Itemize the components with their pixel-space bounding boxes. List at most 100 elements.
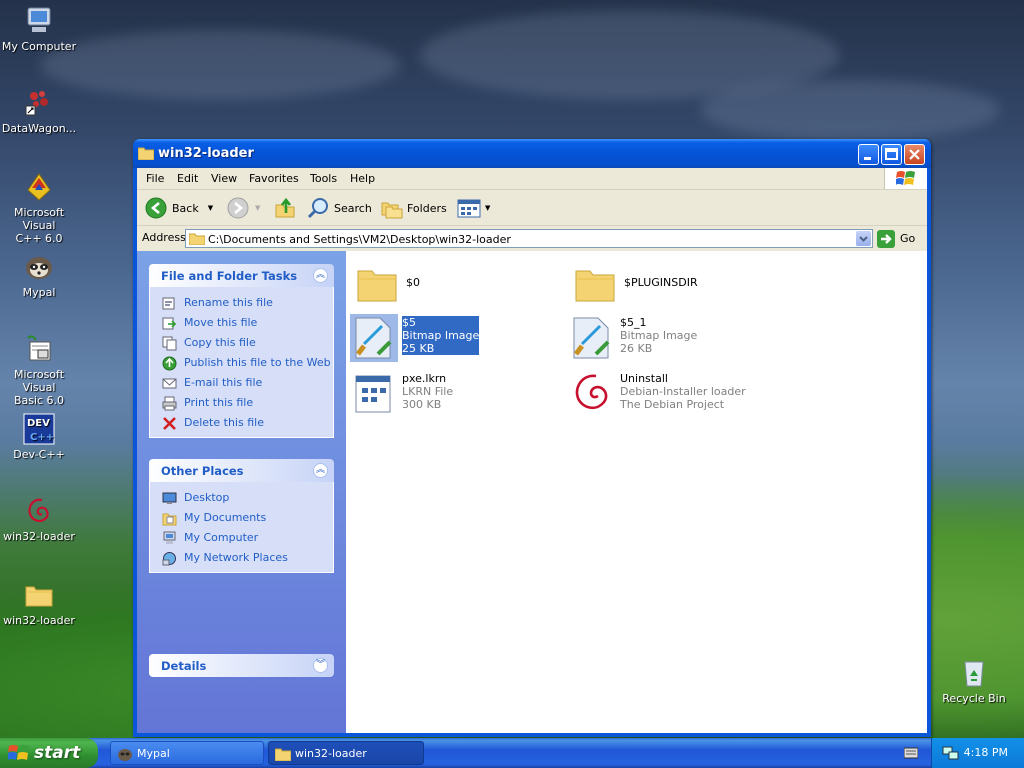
place-my-documents[interactable]: My Documents xyxy=(150,508,333,528)
computer-icon xyxy=(22,4,56,38)
cloud xyxy=(40,30,400,100)
task-email[interactable]: E-mail this file xyxy=(150,373,333,393)
start-button[interactable]: start xyxy=(0,738,98,768)
desktop-icon-label: DataWagon... xyxy=(1,122,77,135)
task-label: Delete this file xyxy=(184,416,264,429)
search-button[interactable]: Search xyxy=(307,196,372,220)
network-places-icon xyxy=(162,552,176,566)
file-list: $0 $PLUGINSDIR $5 Bitmap Image 25 KB $5_… xyxy=(346,251,927,733)
views-button[interactable]: ▼ xyxy=(457,196,490,220)
back-label: Back xyxy=(172,201,199,215)
desktop-icon-devcpp[interactable]: DEV C++ Dev-C++ xyxy=(0,412,78,461)
file-type: LKRN File xyxy=(402,385,454,398)
desktop-icon-my-computer[interactable]: My Computer xyxy=(0,4,78,53)
network-connection-icon[interactable] xyxy=(942,745,960,761)
minimize-button[interactable] xyxy=(858,144,879,165)
close-button[interactable] xyxy=(904,144,925,165)
keyboard-icon[interactable] xyxy=(904,747,918,759)
place-desktop[interactable]: Desktop xyxy=(150,488,333,508)
task-publish[interactable]: Publish this file to the Web xyxy=(150,353,333,373)
task-delete[interactable]: Delete this file xyxy=(150,413,333,433)
desktop-icon-label: Microsoft Visual xyxy=(13,368,65,394)
file-item-folder[interactable]: $0 xyxy=(354,261,534,311)
file-folder-tasks-header[interactable]: File and Folder Tasks ︽ xyxy=(149,264,334,287)
menu-bar: File Edit View Favorites Tools Help xyxy=(137,168,927,190)
other-places-header[interactable]: Other Places ︽ xyxy=(149,459,334,482)
desktop-icon-label: Dev-C++ xyxy=(13,448,65,461)
place-label: My Computer xyxy=(184,531,259,544)
details-header[interactable]: Details ︾ xyxy=(149,654,334,677)
up-folder-button[interactable] xyxy=(274,196,298,220)
task-label: Print this file xyxy=(184,396,254,409)
file-size: 26 KB xyxy=(620,342,653,355)
desktop-icon-visual-basic[interactable]: Microsoft Visual Basic 6.0 xyxy=(0,332,78,407)
desktop-icon-win32-loader-folder[interactable]: win32-loader xyxy=(0,578,78,627)
address-input[interactable]: C:\Documents and Settings\VM2\Desktop\wi… xyxy=(185,229,873,248)
visual-basic-icon xyxy=(22,332,56,366)
maximize-icon xyxy=(885,148,898,160)
file-item-bitmap[interactable]: $5_1 Bitmap Image 26 KB xyxy=(568,314,768,364)
menu-edit[interactable]: Edit xyxy=(177,172,198,185)
windows-logo-icon xyxy=(884,168,927,189)
task-rename[interactable]: Rename this file xyxy=(150,293,333,313)
group-title: Details xyxy=(161,659,207,673)
place-my-computer[interactable]: My Computer xyxy=(150,528,333,548)
collapse-icon[interactable]: ︽ xyxy=(313,463,328,478)
search-label: Search xyxy=(334,201,372,215)
up-folder-icon xyxy=(275,197,295,218)
task-print[interactable]: Print this file xyxy=(150,393,333,413)
menu-file[interactable]: File xyxy=(146,172,164,185)
chevron-down-icon[interactable]: ▼ xyxy=(485,204,490,212)
taskbar-button-mypal[interactable]: Mypal xyxy=(110,741,264,765)
task-label: Rename this file xyxy=(184,296,273,309)
desktop-icon-win32-loader[interactable]: win32-loader xyxy=(0,494,78,543)
maximize-button[interactable] xyxy=(881,144,902,165)
place-network[interactable]: My Network Places xyxy=(150,548,333,568)
file-item-uninstall[interactable]: Uninstall Debian-Installer loader The De… xyxy=(568,370,788,420)
title-bar[interactable]: win32-loader xyxy=(133,139,931,168)
window-body: File Edit View Favorites Tools Help Back… xyxy=(137,168,927,733)
task-move[interactable]: Move this file xyxy=(150,313,333,333)
close-icon xyxy=(909,149,920,160)
place-label: My Documents xyxy=(184,511,267,524)
taskbar-button-label: Mypal xyxy=(137,747,170,760)
file-item-folder[interactable]: $PLUGINSDIR xyxy=(572,261,772,311)
group-title: File and Folder Tasks xyxy=(161,269,298,283)
folders-button[interactable]: Folders xyxy=(380,196,447,220)
desktop-icon-mypal[interactable]: Mypal xyxy=(0,250,78,299)
desktop-icon-datawagon[interactable]: DataWagon... xyxy=(0,86,78,135)
forward-arrow-icon xyxy=(227,197,249,219)
datawagon-icon xyxy=(22,86,56,120)
standard-toolbar: Back ▼ ▼ Search Folders ▼ xyxy=(137,190,927,226)
go-arrow-icon xyxy=(877,229,895,248)
desktop-icon-recycle-bin[interactable]: Recycle Bin xyxy=(935,656,1013,705)
menu-view[interactable]: View xyxy=(211,172,237,185)
computer-icon xyxy=(163,531,176,544)
devcpp-icon: DEV C++ xyxy=(22,412,56,446)
chevron-down-icon xyxy=(859,236,868,242)
forward-button[interactable]: ▼ xyxy=(227,196,260,220)
menu-help[interactable]: Help xyxy=(350,172,375,185)
back-button[interactable]: Back ▼ xyxy=(145,196,213,220)
place-label: My Network Places xyxy=(184,551,288,564)
file-name: $5_1 xyxy=(620,316,647,329)
expand-icon[interactable]: ︾ xyxy=(313,658,328,673)
folder-icon xyxy=(357,270,397,302)
file-item-bitmap-selected[interactable]: $5 Bitmap Image 25 KB xyxy=(350,314,550,364)
desktop-icon-visual-cpp[interactable]: Microsoft Visual C++ 6.0 xyxy=(0,170,78,245)
go-button[interactable]: Go xyxy=(877,229,915,248)
task-copy[interactable]: Copy this file xyxy=(150,333,333,353)
menu-tools[interactable]: Tools xyxy=(310,172,337,185)
chevron-down-icon[interactable]: ▼ xyxy=(208,204,213,212)
debian-swirl-icon xyxy=(575,374,608,410)
folder-icon xyxy=(22,578,56,612)
menu-favorites[interactable]: Favorites xyxy=(249,172,299,185)
file-item-lkrn[interactable]: pxe.lkrn LKRN File 300 KB xyxy=(350,370,550,420)
collapse-icon[interactable]: ︽ xyxy=(313,268,328,283)
address-dropdown-button[interactable] xyxy=(856,231,871,246)
file-size: 25 KB xyxy=(402,342,435,355)
folders-label: Folders xyxy=(407,201,447,215)
clock[interactable]: 4:18 PM xyxy=(964,746,1008,759)
desktop-icon xyxy=(162,492,177,504)
taskbar-button-win32-loader[interactable]: win32-loader xyxy=(268,741,424,765)
